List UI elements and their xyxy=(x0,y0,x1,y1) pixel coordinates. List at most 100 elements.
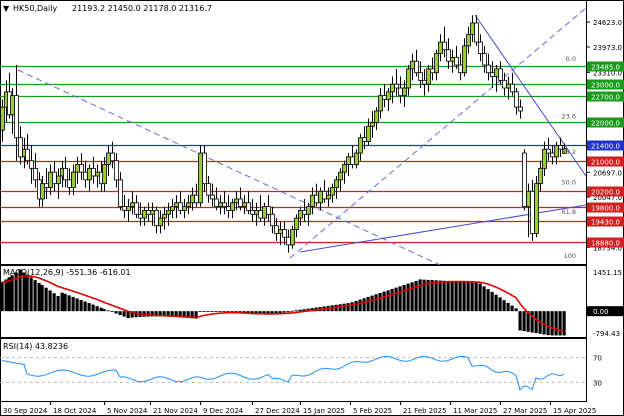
macd-bar xyxy=(534,311,538,334)
date-tick-label: 27 Dec 2024 xyxy=(255,407,300,415)
macd-bar xyxy=(562,311,566,336)
candle-body-bear xyxy=(214,198,219,208)
rsi-label: RSI(14) 43.8236 xyxy=(3,342,68,351)
price-tick-label: 24623.0 xyxy=(593,19,622,27)
macd-bar xyxy=(67,295,71,312)
macd-bar xyxy=(490,291,494,312)
date-tick-label: 11 Mar 2025 xyxy=(453,407,497,415)
level-badge-5: 21000.0 xyxy=(587,156,624,167)
macd-bar xyxy=(434,280,438,312)
candle-body-bull xyxy=(326,194,331,200)
candle-body-bull xyxy=(10,95,15,116)
candle-body-bull xyxy=(242,202,247,208)
candle-body-bear xyxy=(422,79,427,85)
macd-bar xyxy=(198,311,202,312)
candle-body-bull xyxy=(406,68,411,89)
macd-bar xyxy=(518,311,522,331)
candle-body-bull xyxy=(0,106,5,131)
macd-bar xyxy=(79,299,83,312)
macd-bar xyxy=(226,311,230,313)
candle-body-bear xyxy=(194,194,199,204)
candle-body-bear xyxy=(322,190,327,200)
candle-body-bull xyxy=(330,187,335,196)
candle-body-bear xyxy=(274,225,279,234)
candle-body-bear xyxy=(442,41,447,51)
macd-bar xyxy=(29,277,33,312)
date-tick-label: 15 Jan 2025 xyxy=(303,407,345,415)
level-badge-label: 22700.0 xyxy=(591,94,620,102)
level-badge-label: 18880.0 xyxy=(591,240,620,248)
macd-bar xyxy=(7,277,11,312)
date-tick-label: 27 Mar 2025 xyxy=(503,407,547,415)
candle-body-bear xyxy=(178,202,183,211)
trading-chart-window[interactable]: 0.0 23.6 38.2 50.0 61.8 100 ▼ HK50,Daily 2119… xyxy=(0,0,624,416)
candle-body-bear xyxy=(114,160,119,181)
macd-bar xyxy=(482,286,486,312)
macd-bar xyxy=(486,289,490,312)
candle-body-bull xyxy=(526,190,531,208)
macd-bar xyxy=(40,284,44,312)
candle-body-bull xyxy=(40,183,45,200)
candle-body-bear xyxy=(206,183,211,196)
fib-label-3: 50.0 xyxy=(562,178,576,186)
candle-body-bull xyxy=(494,68,499,77)
macd-bar xyxy=(558,311,562,336)
candle-body-bear xyxy=(394,83,399,89)
macd-bar xyxy=(338,304,342,312)
candle-body-bull xyxy=(130,202,135,208)
candle-body-bear xyxy=(250,210,255,215)
candle-body-bear xyxy=(79,164,84,173)
candle-body-bear xyxy=(202,152,207,185)
macd-bar xyxy=(498,297,502,312)
macd-bar xyxy=(294,310,298,312)
candle-body-bull xyxy=(150,210,155,215)
macd-bar xyxy=(546,311,550,336)
macd-bar xyxy=(522,311,526,332)
macd-bar xyxy=(442,280,446,312)
date-tick-label: 5 Feb 2025 xyxy=(353,407,392,415)
fib-label-4: 61.8 xyxy=(562,208,576,216)
macd-bar xyxy=(4,279,8,312)
macd-bar xyxy=(514,308,518,312)
candle-body-bear xyxy=(33,167,38,181)
candle-body-bull xyxy=(218,202,223,208)
candle-body-bull xyxy=(318,190,323,204)
candle-body-bear xyxy=(146,210,151,215)
candle-body-bear xyxy=(474,22,479,43)
macd-tick-label: 0.00 xyxy=(593,308,609,316)
macd-bar xyxy=(210,311,214,312)
candle-body-bull xyxy=(342,164,347,173)
level-badge-label: 19800.0 xyxy=(591,205,620,213)
macd-bar xyxy=(71,296,75,312)
candle-body-bull xyxy=(354,152,359,165)
header-dropdown-icon[interactable]: ▼ xyxy=(3,4,10,13)
fib-label-0: 0.0 xyxy=(566,55,576,63)
level-badge-4: 21400.0 xyxy=(587,140,624,151)
candle-body-bear xyxy=(44,183,49,188)
candle-body-bear xyxy=(446,49,451,62)
candle-body-bull xyxy=(506,83,511,89)
candle-body-bull xyxy=(426,68,431,85)
macd-bar xyxy=(37,282,41,312)
macd-bar xyxy=(402,284,406,312)
macd-bar xyxy=(454,281,458,312)
candle-body-bear xyxy=(482,53,487,66)
candle-body-bull xyxy=(162,213,167,219)
macd-bar xyxy=(114,311,118,314)
macd-bar xyxy=(146,311,150,317)
candle-body-bear xyxy=(18,137,23,158)
candle-body-bear xyxy=(286,236,291,246)
fib-label-5: 100 xyxy=(564,252,576,260)
candle-body-bull xyxy=(370,122,375,127)
candle-body-bear xyxy=(246,202,251,211)
candle-body-bear xyxy=(418,72,423,81)
candle-body-bull xyxy=(198,152,203,204)
candle-body-bear xyxy=(270,213,275,227)
level-badge-7: 19800.0 xyxy=(587,202,624,213)
level-badge-9: 18880.0 xyxy=(587,237,624,248)
date-tick-label: 5 Nov 2024 xyxy=(107,407,148,415)
candle-body-bear xyxy=(454,56,459,66)
candle-body-bull xyxy=(142,210,147,219)
level-badge-label: 19430.0 xyxy=(591,219,620,227)
macd-bar xyxy=(52,293,56,312)
